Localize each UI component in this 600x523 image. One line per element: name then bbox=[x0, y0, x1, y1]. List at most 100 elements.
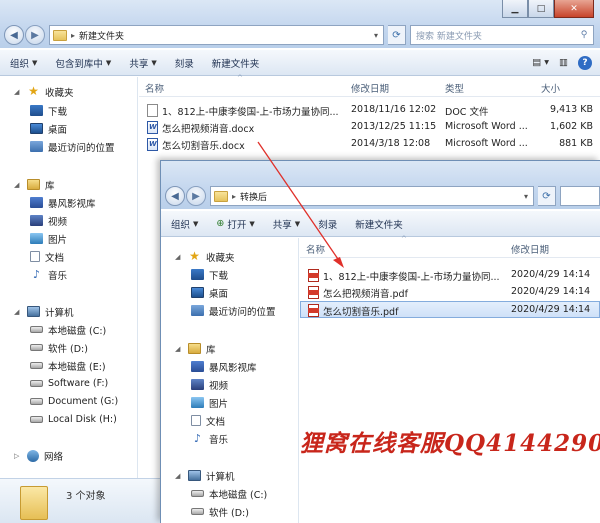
forward-button[interactable]: ▶ bbox=[186, 186, 206, 206]
breadcrumb-current[interactable]: 转换后 bbox=[240, 190, 267, 203]
file-row[interactable]: 1、812上-中康李俊国-上-市场力量协同... 2020/4/29 14:14 bbox=[300, 267, 600, 284]
share-menu[interactable]: 共享 ▼ bbox=[129, 56, 156, 70]
file-type: Microsoft Word ... bbox=[445, 138, 528, 149]
document-icon bbox=[191, 415, 201, 426]
collapse-icon[interactable]: ◢ bbox=[14, 181, 22, 189]
collapse-icon[interactable]: ◢ bbox=[175, 472, 183, 480]
minimize-button[interactable]: ▁ bbox=[502, 0, 528, 18]
help-icon[interactable]: ? bbox=[578, 55, 592, 70]
nav-documents[interactable]: 文档 bbox=[30, 248, 64, 265]
collapse-icon[interactable]: ◢ bbox=[175, 345, 183, 353]
nav-baofeng-library[interactable]: 暴风影视库 bbox=[30, 194, 96, 211]
nav-recent[interactable]: 最近访问的位置 bbox=[191, 302, 276, 319]
title-bar: ◀ ▶ ▸ 转换后 ▾ ⟳ bbox=[161, 161, 600, 209]
column-date[interactable]: 修改日期 bbox=[351, 81, 389, 95]
pdf-file-icon bbox=[308, 269, 319, 282]
nav-label: 音乐 bbox=[209, 434, 229, 446]
nav-computer[interactable]: ◢ 计算机 bbox=[14, 303, 74, 320]
nav-libraries[interactable]: ◢ 库 bbox=[14, 176, 55, 193]
nav-computer[interactable]: ◢ 计算机 bbox=[175, 467, 235, 484]
column-name[interactable]: 名称 bbox=[145, 81, 164, 95]
nav-label: 本地磁盘 (C:) bbox=[48, 325, 107, 337]
nav-videos[interactable]: 视频 bbox=[191, 376, 228, 393]
nav-videos[interactable]: 视频 bbox=[30, 212, 67, 229]
nav-drive-h[interactable]: Local Disk (H:) bbox=[30, 411, 117, 428]
file-name: 怎么切割音乐.docx bbox=[162, 141, 245, 152]
file-row[interactable]: 怎么切割音乐.docx 2014/3/18 12:08 Microsoft Wo… bbox=[139, 136, 600, 153]
search-input[interactable] bbox=[560, 186, 600, 206]
file-row[interactable]: 1、812上-中康李俊国-上-市场力量协同... 2018/11/16 12:0… bbox=[139, 102, 600, 119]
nav-drive-d[interactable]: 软件 (D:) bbox=[30, 339, 88, 356]
nav-network[interactable]: ▷ 网络 bbox=[14, 447, 63, 464]
search-input[interactable]: 搜索 新建文件夹 ⚲ bbox=[410, 25, 594, 45]
address-dropdown-icon[interactable]: ▾ bbox=[519, 192, 533, 201]
back-button[interactable]: ◀ bbox=[4, 25, 24, 45]
open-menu[interactable]: ⊕ 打开 ▼ bbox=[216, 217, 254, 231]
forward-button[interactable]: ▶ bbox=[25, 25, 45, 45]
file-row[interactable]: 怎么把视频消音.docx 2013/12/25 11:15 Microsoft … bbox=[139, 119, 600, 136]
downloads-icon bbox=[30, 105, 43, 116]
nav-downloads[interactable]: 下载 bbox=[191, 266, 228, 283]
column-type[interactable]: 类型 bbox=[445, 81, 464, 95]
nav-pictures[interactable]: 图片 bbox=[30, 230, 67, 247]
address-bar[interactable]: ▸ 新建文件夹 ▾ bbox=[49, 25, 384, 45]
close-button[interactable]: ✕ bbox=[554, 0, 594, 18]
nav-drive-c[interactable]: 本地磁盘 (C:) bbox=[30, 321, 106, 338]
video-icon bbox=[30, 215, 43, 226]
organize-menu[interactable]: 组织 ▼ bbox=[10, 56, 37, 70]
recent-places-icon bbox=[30, 141, 43, 152]
file-name: 怎么切割音乐.pdf bbox=[323, 307, 399, 318]
chevron-down-icon: ▼ bbox=[105, 58, 112, 67]
nav-music[interactable]: ♪ 音乐 bbox=[191, 430, 228, 447]
new-folder-button[interactable]: 新建文件夹 bbox=[355, 217, 403, 231]
burn-button[interactable]: 刻录 bbox=[175, 56, 194, 70]
column-size[interactable]: 大小 bbox=[541, 81, 560, 95]
nav-recent[interactable]: 最近访问的位置 bbox=[30, 138, 115, 155]
nav-label: 下载 bbox=[48, 106, 68, 118]
maximize-button[interactable]: □ bbox=[528, 0, 554, 18]
nav-drive-e[interactable]: 本地磁盘 (E:) bbox=[30, 357, 106, 374]
nav-favorites[interactable]: ◢ ★ 收藏夹 bbox=[14, 83, 74, 100]
star-icon: ★ bbox=[28, 84, 39, 98]
file-row[interactable]: 怎么把视频消音.pdf 2020/4/29 14:14 bbox=[300, 284, 600, 301]
column-name[interactable]: 名称 bbox=[306, 242, 325, 256]
refresh-button[interactable]: ⟳ bbox=[538, 186, 556, 206]
include-in-library-menu[interactable]: 包含到库中 ▼ bbox=[55, 56, 111, 70]
doc-file-icon bbox=[147, 104, 158, 117]
nav-documents[interactable]: 文档 bbox=[191, 412, 225, 429]
view-options-icon[interactable]: ▤ ▾ bbox=[532, 57, 549, 68]
back-button[interactable]: ◀ bbox=[165, 186, 185, 206]
column-date[interactable]: 修改日期 bbox=[511, 242, 549, 256]
collapse-icon[interactable]: ◢ bbox=[175, 253, 183, 261]
nav-baofeng-library[interactable]: 暴风影视库 bbox=[191, 358, 257, 375]
breadcrumb-current[interactable]: 新建文件夹 bbox=[79, 29, 124, 42]
preview-pane-icon[interactable]: ▥ bbox=[559, 57, 568, 68]
file-row-selected[interactable]: 怎么切割音乐.pdf 2020/4/29 14:14 bbox=[300, 301, 600, 318]
collapse-icon[interactable]: ◢ bbox=[14, 88, 22, 96]
nav-desktop[interactable]: 桌面 bbox=[30, 120, 67, 137]
nav-downloads[interactable]: 下载 bbox=[30, 102, 67, 119]
nav-label: 音乐 bbox=[48, 270, 68, 282]
address-dropdown-icon[interactable]: ▾ bbox=[369, 31, 383, 40]
collapse-icon[interactable]: ◢ bbox=[14, 308, 22, 316]
share-menu[interactable]: 共享 ▼ bbox=[273, 217, 300, 231]
burn-button[interactable]: 刻录 bbox=[318, 217, 337, 231]
nav-drive-g[interactable]: Document (G:) bbox=[30, 393, 118, 410]
search-icon[interactable]: ⚲ bbox=[575, 30, 593, 40]
organize-menu[interactable]: 组织 ▼ bbox=[171, 217, 198, 231]
drive-icon bbox=[30, 416, 43, 423]
address-bar[interactable]: ▸ 转换后 ▾ bbox=[210, 186, 534, 206]
new-folder-button[interactable]: 新建文件夹 bbox=[212, 56, 260, 70]
nav-drive-c[interactable]: 本地磁盘 (C:) bbox=[191, 485, 267, 502]
refresh-button[interactable]: ⟳ bbox=[388, 25, 406, 45]
nav-drive-f[interactable]: Software (F:) bbox=[30, 375, 108, 392]
expand-icon[interactable]: ▷ bbox=[14, 452, 22, 460]
nav-drive-d[interactable]: 软件 (D:) bbox=[191, 503, 249, 520]
nav-favorites[interactable]: ◢ ★ 收藏夹 bbox=[175, 248, 235, 265]
open-icon: ⊕ bbox=[216, 218, 225, 229]
nav-desktop[interactable]: 桌面 bbox=[191, 284, 228, 301]
nav-pictures[interactable]: 图片 bbox=[191, 394, 228, 411]
item-count: 3 个对象 bbox=[66, 491, 106, 502]
nav-libraries[interactable]: ◢ 库 bbox=[175, 340, 216, 357]
nav-music[interactable]: ♪ 音乐 bbox=[30, 266, 67, 283]
